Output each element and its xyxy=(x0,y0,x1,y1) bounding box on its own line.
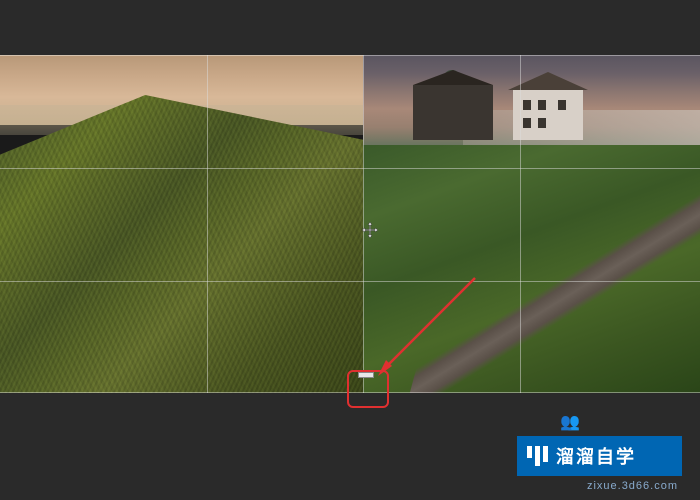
image-layer-left xyxy=(0,55,363,393)
logo-bar xyxy=(543,446,548,462)
image-layer-right xyxy=(363,55,700,393)
window xyxy=(523,100,531,110)
watermark-logo-bars xyxy=(527,446,548,466)
logo-bar xyxy=(535,446,540,466)
window xyxy=(558,100,566,110)
watermark-brand-text: 溜溜自学 xyxy=(556,443,636,469)
window xyxy=(538,118,546,128)
grass-hill xyxy=(0,95,363,393)
canvas-area[interactable] xyxy=(0,55,700,393)
people-icon: 👥 xyxy=(560,412,580,432)
buildings-group xyxy=(383,65,663,155)
window xyxy=(523,118,531,128)
barn-building xyxy=(413,85,493,140)
watermark-url-text: zixue.3d66.com xyxy=(587,480,678,492)
crop-handle-bottom[interactable] xyxy=(358,372,374,378)
window xyxy=(538,100,546,110)
watermark-badge: 溜溜自学 xyxy=(517,436,682,476)
farmhouse xyxy=(513,90,583,140)
logo-bar xyxy=(527,446,532,458)
